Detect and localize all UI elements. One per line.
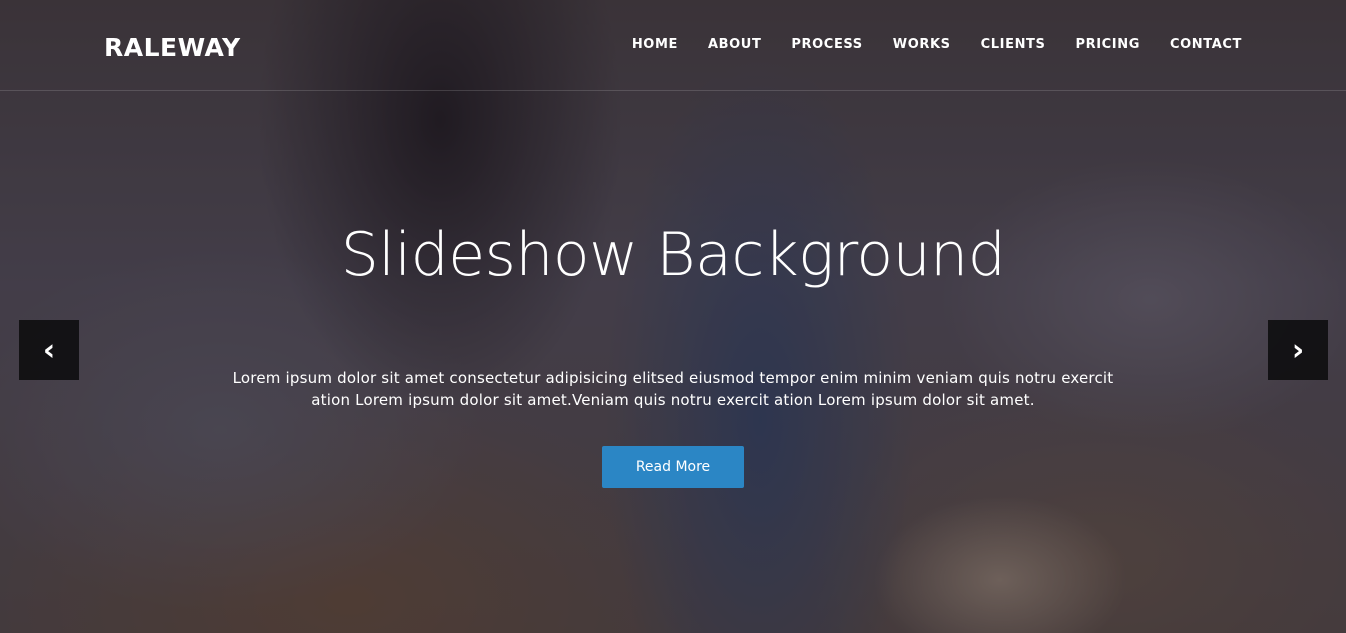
chevron-right-icon: › <box>1291 332 1305 368</box>
nav-works[interactable]: WORKS <box>893 37 951 53</box>
nav-pricing[interactable]: PRICING <box>1075 37 1140 53</box>
nav-home[interactable]: HOME <box>632 37 678 53</box>
read-more-button[interactable]: Read More <box>602 446 744 488</box>
nav-about[interactable]: ABOUT <box>708 37 761 53</box>
nav-process[interactable]: PROCESS <box>791 37 862 53</box>
hero-actions: Read More <box>0 446 1346 488</box>
main-nav: HOME ABOUT PROCESS WORKS CLIENTS PRICING… <box>632 37 1242 53</box>
hero-section: RALEWAY HOME ABOUT PROCESS WORKS CLIENTS… <box>0 0 1346 633</box>
slider-next-button[interactable]: › <box>1268 320 1328 380</box>
hero-title: Slideshow Background <box>340 220 1006 290</box>
navbar: RALEWAY HOME ABOUT PROCESS WORKS CLIENTS… <box>0 0 1346 91</box>
hero-description: Lorem ipsum dolor sit amet consectetur a… <box>232 369 1114 409</box>
chevron-left-icon: ‹ <box>42 332 56 368</box>
background-overlay <box>0 0 1346 633</box>
brand-logo[interactable]: RALEWAY <box>104 33 241 63</box>
nav-contact[interactable]: CONTACT <box>1170 37 1242 53</box>
nav-clients[interactable]: CLIENTS <box>981 37 1046 53</box>
slider-prev-button[interactable]: ‹ <box>19 320 79 380</box>
